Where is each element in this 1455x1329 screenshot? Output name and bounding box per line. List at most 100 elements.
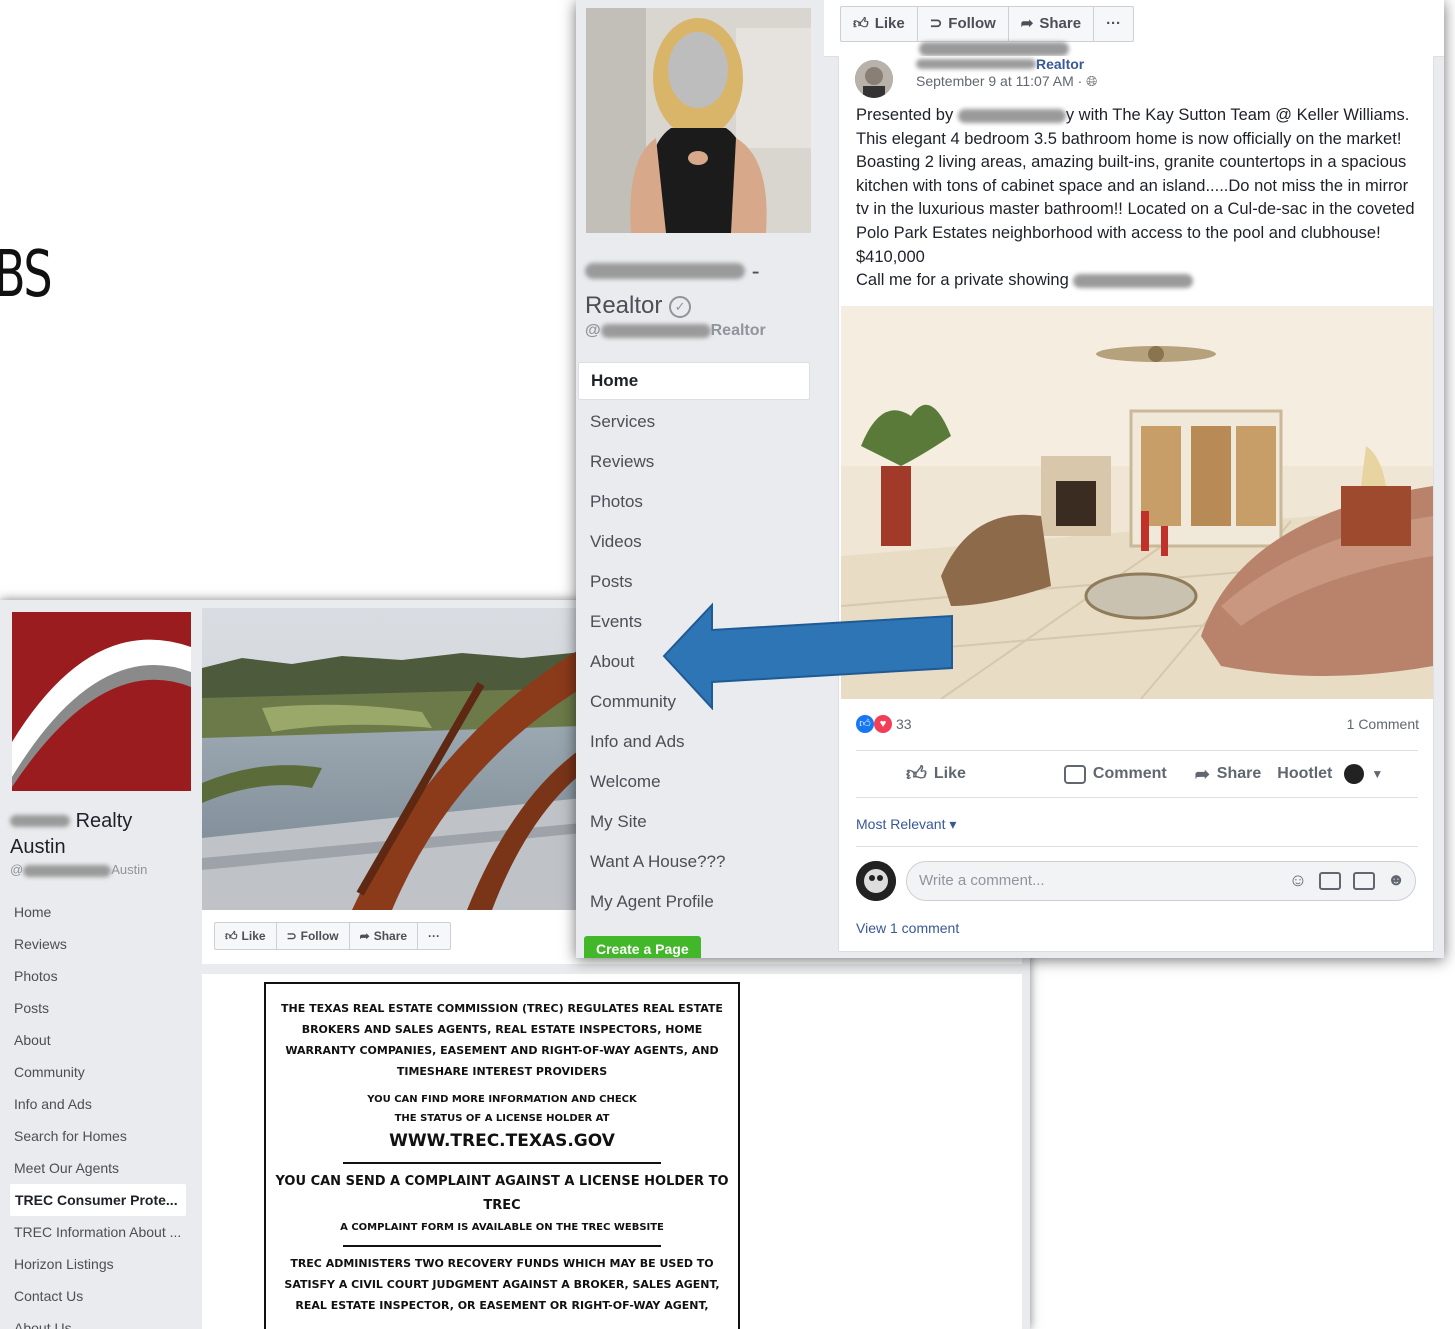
share-label: Share	[1039, 15, 1082, 32]
redacted-phone	[1073, 273, 1194, 288]
reaction-count: 33	[896, 716, 912, 732]
emoji-icon[interactable]: ☺	[1289, 870, 1307, 891]
share-arrow-icon: ➦	[1020, 15, 1034, 32]
front-like-button[interactable]: 👍︎ Like	[841, 7, 918, 41]
post-actions-bar: 👍︎ Like Comment ➦ Share Hootlet ▼	[856, 750, 1418, 798]
author-suffix: Realtor	[1036, 56, 1085, 72]
front-nav-my-site[interactable]: My Site	[578, 804, 810, 844]
front-nav-services[interactable]: Services	[578, 404, 810, 444]
back-nav-search-homes[interactable]: Search for Homes	[0, 1120, 184, 1152]
hootlet-button[interactable]: Hootlet	[1277, 765, 1332, 783]
trec-para-5: TREC ADMINISTERS TWO RECOVERY FUNDS WHIC…	[284, 1257, 720, 1312]
post-text-body: y with The Kay Sutton Team @ Keller Will…	[856, 106, 1415, 266]
owl-avatar-icon	[1344, 764, 1365, 784]
hootlet-label: Hootlet	[1277, 765, 1333, 782]
post-timestamp[interactable]: September 9 at 11:07 AM · 🌐︎	[916, 73, 1097, 90]
share-action-label: Share	[1216, 765, 1262, 782]
back-nav-about-us[interactable]: About Us	[0, 1312, 184, 1329]
front-nav-welcome[interactable]: Welcome	[578, 764, 810, 804]
handle-part: Realtor	[710, 322, 766, 339]
front-nav-info-ads[interactable]: Info and Ads	[578, 724, 810, 764]
trec-para-1: THE TEXAS REAL ESTATE COMMISSION (TREC) …	[281, 1002, 723, 1078]
front-nav-photos[interactable]: Photos	[578, 484, 810, 524]
rss-icon: ⊃	[286, 929, 297, 943]
back-nav-info-ads[interactable]: Info and Ads	[0, 1088, 184, 1120]
back-nav-contact[interactable]: Contact Us	[0, 1280, 184, 1312]
reaction-summary[interactable]: 👍︎ ♥ 33	[856, 715, 912, 733]
redacted-name	[10, 815, 70, 827]
front-nav-want-a-house[interactable]: Want A House???	[578, 844, 810, 884]
page-name-part: Realtor	[585, 292, 663, 319]
thumbs-up-outline-icon: 👍︎	[906, 763, 927, 785]
post-comment-button[interactable]: Comment	[1063, 764, 1167, 784]
front-share-button[interactable]: ➦ Share	[1009, 7, 1095, 41]
back-nav-trec-consumer[interactable]: TREC Consumer Prote...	[10, 1184, 186, 1216]
front-nav-videos[interactable]: Videos	[578, 524, 810, 564]
post-date-text: September 9 at 11:07 AM ·	[916, 73, 1087, 89]
handle-part: @	[585, 322, 601, 339]
verified-check-icon: ✓	[669, 295, 692, 318]
back-nav-horizon-listings[interactable]: Horizon Listings	[0, 1248, 184, 1280]
trec-url-link[interactable]: WWW.TREC.TEXAS.GOV	[266, 1128, 738, 1154]
profile-photo	[586, 8, 811, 233]
back-nav-list: Home Reviews Photos Posts About Communit…	[0, 896, 202, 1329]
like-label: Like	[874, 15, 905, 32]
front-page-handle: @ Realtor	[585, 322, 766, 340]
redacted-handle	[600, 323, 711, 338]
post-card: Realtor September 9 at 11:07 AM · 🌐︎ Pre…	[838, 56, 1434, 952]
back-follow-button[interactable]: ⊃ Follow	[277, 923, 350, 949]
back-left-sidebar: Realty Austin @ Austin Home Reviews Photo…	[0, 600, 202, 1329]
comment-input[interactable]: Write a comment... ☺ ☻	[906, 861, 1416, 901]
front-nav-agent-profile[interactable]: My Agent Profile	[578, 884, 810, 924]
front-more-button[interactable]: ···	[1094, 7, 1133, 41]
back-nav-reviews[interactable]: Reviews	[0, 928, 184, 960]
comment-placeholder: Write a comment...	[919, 872, 1045, 889]
back-nav-meet-agents[interactable]: Meet Our Agents	[0, 1152, 184, 1184]
divider	[343, 1162, 661, 1164]
post-author-avatar[interactable]	[855, 60, 893, 98]
like-action-label: Like	[933, 765, 966, 782]
back-more-button[interactable]: ···	[418, 923, 450, 949]
post-text-prefix: Presented by	[856, 106, 954, 124]
front-follow-button[interactable]: ⊃ Follow	[918, 7, 1009, 41]
gif-icon[interactable]	[1353, 872, 1376, 890]
post-like-button[interactable]: 👍︎ Like	[906, 762, 966, 786]
trec-notice: THE TEXAS REAL ESTATE COMMISSION (TREC) …	[264, 982, 740, 1329]
create-page-button[interactable]: Create a Page	[584, 936, 701, 958]
front-nav-home[interactable]: Home	[578, 362, 810, 400]
trec-para-3: YOU CAN SEND A COMPLAINT AGAINST A LICEN…	[275, 1174, 729, 1213]
page-name-part: Realty	[75, 810, 133, 832]
back-like-button[interactable]: 👍︎ Like	[215, 923, 277, 949]
sticker-icon[interactable]: ☻	[1387, 870, 1405, 891]
back-share-button[interactable]: ➦ Share	[350, 923, 419, 949]
back-nav-home[interactable]: Home	[0, 896, 184, 928]
redacted-name	[585, 263, 745, 279]
front-page-name: - Realtor ✓	[585, 255, 760, 323]
most-relevant-dropdown[interactable]: Most Relevant ▾	[856, 816, 956, 833]
redacted-author	[916, 59, 1036, 69]
audience-selector[interactable]: ▼	[1344, 764, 1383, 784]
comment-composer: Write a comment... ☺ ☻	[856, 846, 1418, 901]
back-nav-photos[interactable]: Photos	[0, 960, 184, 992]
back-nav-community[interactable]: Community	[0, 1056, 184, 1088]
back-nav-posts[interactable]: Posts	[0, 992, 184, 1024]
commenter-avatar	[856, 861, 896, 901]
back-nav-about[interactable]: About	[0, 1024, 184, 1056]
front-nav-reviews[interactable]: Reviews	[578, 444, 810, 484]
post-text: Presented by y with The Kay Sutton Team …	[856, 104, 1422, 293]
caret-down-icon: ▼	[1371, 767, 1384, 781]
front-facebook-page-screenshot: - Realtor ✓ @ Realtor Home Services Revie…	[576, 0, 1444, 958]
back-nav-trec-info[interactable]: TREC Information About ...	[0, 1216, 184, 1248]
post-author-name[interactable]: Realtor	[916, 56, 1084, 72]
back-action-buttons: 👍︎ Like ⊃ Follow ➦ Share ···	[214, 922, 452, 950]
page-name-part: Austin	[10, 836, 66, 858]
slide-title-fragment: BS	[0, 238, 53, 312]
view-comments-link[interactable]: View 1 comment	[856, 920, 959, 936]
comment-tools: ☺ ☻	[1289, 870, 1405, 891]
front-nav-posts[interactable]: Posts	[578, 564, 810, 604]
thumbs-up-icon: 👍︎	[853, 15, 869, 32]
post-share-button[interactable]: ➦ Share	[1195, 764, 1262, 785]
globe-icon: 🌐︎	[1086, 73, 1098, 89]
comment-count-link[interactable]: 1 Comment	[1347, 716, 1419, 732]
camera-icon[interactable]	[1319, 872, 1342, 890]
